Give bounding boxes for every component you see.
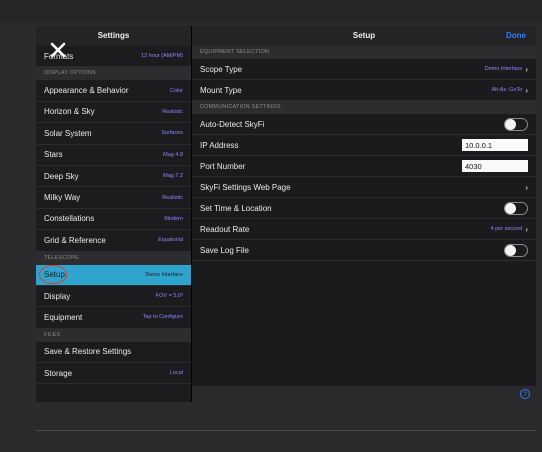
- readout-rate-value: 4 per second: [490, 226, 523, 232]
- sidebar-item-label: Constellations: [44, 214, 95, 224]
- sidebar-item-constellations[interactable]: Constellations Modern: [36, 209, 191, 231]
- auto-detect-row: Auto-Detect SkyFi: [192, 114, 536, 135]
- sidebar-item-equipment[interactable]: Equipment Tap to Configure: [36, 307, 191, 329]
- web-page-row[interactable]: SkyFi Settings Web Page ›: [192, 177, 536, 198]
- mount-type-value: Alt-Az. GoTo: [491, 87, 523, 93]
- sidebar-item-value: FOV = 5.0º: [155, 293, 183, 300]
- sidebar-item-stars[interactable]: Stars Mag 4.8: [36, 145, 191, 166]
- set-time-row: Set Time & Location: [192, 198, 536, 219]
- sidebar-item-grid-reference[interactable]: Grid & Reference Equatorial: [36, 230, 191, 252]
- chevron-right-icon: ›: [525, 182, 528, 192]
- port-number-input[interactable]: [462, 160, 528, 172]
- detail-header: Setup Done: [192, 26, 536, 46]
- sidebar-item-label: Save & Restore Settings: [44, 347, 132, 357]
- sidebar-item-deep-sky[interactable]: Deep Sky Mag 7.2: [36, 166, 191, 188]
- save-log-row: Save Log File: [192, 240, 536, 261]
- sidebar-item-solar-system[interactable]: Solar System Surfaces: [36, 123, 191, 145]
- sidebar-item-label: Grid & Reference: [44, 235, 106, 245]
- sidebar-item-value: Demo Interface: [145, 271, 183, 278]
- sidebar-item-display[interactable]: Display FOV = 5.0º: [36, 286, 191, 308]
- sidebar-item-label: Horizon & Sky: [44, 107, 95, 117]
- scope-type-row[interactable]: Scope Type Demo Interface ›: [192, 59, 536, 80]
- sidebar-item-label: Stars: [44, 150, 63, 160]
- top-strip: [0, 0, 542, 22]
- done-button[interactable]: Done: [506, 26, 526, 46]
- chevron-right-icon: ›: [525, 64, 528, 74]
- sidebar-item-value: Equatorial: [158, 237, 183, 244]
- readout-rate-row[interactable]: Readout Rate 4 per second ›: [192, 219, 536, 240]
- sidebar-item-setup[interactable]: Setup Demo Interface: [36, 264, 191, 286]
- port-number-label: Port Number: [200, 161, 246, 171]
- sidebar-item-label: Solar System: [44, 128, 92, 138]
- sidebar-item-label: Equipment: [44, 312, 83, 322]
- sidebar-item-value: Color: [169, 87, 183, 94]
- mount-type-row[interactable]: Mount Type Alt-Az. GoTo ›: [192, 80, 536, 101]
- toggle-knob: [505, 118, 516, 130]
- port-number-row: Port Number: [192, 156, 536, 177]
- ip-address-label: IP Address: [200, 140, 239, 150]
- mount-type-value-wrap: Alt-Az. GoTo ›: [491, 86, 528, 95]
- sidebar-item-formats[interactable]: Formats 12 hour (AM/PM): [36, 46, 191, 68]
- settings-panel: Settings Formats 12 hour (AM/PM) DISPLAY…: [36, 26, 536, 402]
- sidebar-item-label: Appearance & Behavior: [44, 86, 129, 96]
- set-time-toggle[interactable]: [504, 201, 528, 215]
- sidebar-item-value: Mag 4.8: [163, 151, 183, 158]
- sidebar-item-save-restore[interactable]: Save & Restore Settings: [36, 342, 191, 364]
- toggle-knob: [505, 244, 516, 256]
- mount-type-label: Mount Type: [200, 85, 242, 95]
- sidebar-item-label: Deep Sky: [44, 171, 79, 181]
- page-title: Setup: [352, 31, 376, 40]
- readout-rate-label: Readout Rate: [200, 224, 250, 234]
- save-log-label: Save Log File: [200, 245, 249, 255]
- sidebar-item-storage[interactable]: Storage Local: [36, 363, 191, 385]
- sidebar-item-value: Modern: [164, 215, 183, 222]
- sidebar-item-label: Storage: [44, 368, 73, 378]
- sidebar-item-value: Realistic: [162, 108, 183, 115]
- setup-detail-pane: Setup Done EQUIPMENT SELECTION Scope Typ…: [192, 26, 536, 402]
- scope-type-value: Demo Interface: [484, 66, 523, 72]
- ip-address-input[interactable]: [462, 139, 528, 151]
- chevron-right-icon: ›: [525, 85, 528, 95]
- auto-detect-label: Auto-Detect SkyFi: [200, 119, 265, 129]
- sidebar-footer: [36, 386, 191, 402]
- section-telescope: TELESCOPE: [36, 251, 191, 265]
- info-icon[interactable]: ?: [520, 389, 530, 399]
- set-time-label: Set Time & Location: [200, 203, 272, 213]
- section-files: FILES: [36, 328, 191, 342]
- sidebar-item-value: Surfaces: [161, 130, 183, 137]
- sidebar-item-milky-way[interactable]: Milky Way Realistic: [36, 187, 191, 209]
- web-page-label: SkyFi Settings Web Page: [200, 182, 291, 192]
- scope-type-label: Scope Type: [200, 64, 243, 74]
- sidebar-item-appearance[interactable]: Appearance & Behavior Color: [36, 80, 191, 102]
- section-equipment-selection: EQUIPMENT SELECTION: [192, 46, 536, 59]
- save-log-toggle[interactable]: [504, 243, 528, 257]
- auto-detect-toggle[interactable]: [504, 117, 528, 131]
- sidebar-item-label: Milky Way: [44, 193, 81, 203]
- annotation-circle: [39, 264, 67, 284]
- section-communication-settings: COMMUNICATION SETTINGS: [192, 101, 536, 114]
- sidebar-item-value: Mag 7.2: [163, 173, 183, 180]
- sidebar-item-value: Tap to Configure: [142, 314, 183, 321]
- sidebar-item-value: Realistic: [162, 194, 183, 201]
- sidebar-item-label: Formats: [44, 51, 74, 61]
- sidebar-item-horizon-sky[interactable]: Horizon & Sky Realistic: [36, 102, 191, 124]
- chevron-right-icon: ›: [525, 224, 528, 234]
- ip-address-row: IP Address: [192, 135, 536, 156]
- section-display-options: DISPLAY OPTIONS: [36, 67, 191, 81]
- scope-type-value-wrap: Demo Interface ›: [485, 65, 528, 74]
- detail-footer: ?: [192, 386, 536, 402]
- toggle-knob: [505, 202, 516, 214]
- sidebar-item-value: 12 hour (AM/PM): [141, 53, 183, 60]
- bottom-divider: [36, 430, 536, 431]
- readout-rate-value-wrap: 4 per second ›: [491, 225, 528, 234]
- settings-sidebar: Settings Formats 12 hour (AM/PM) DISPLAY…: [36, 26, 192, 402]
- sidebar-item-value: Local: [169, 370, 183, 377]
- sidebar-item-label: Display: [44, 291, 71, 301]
